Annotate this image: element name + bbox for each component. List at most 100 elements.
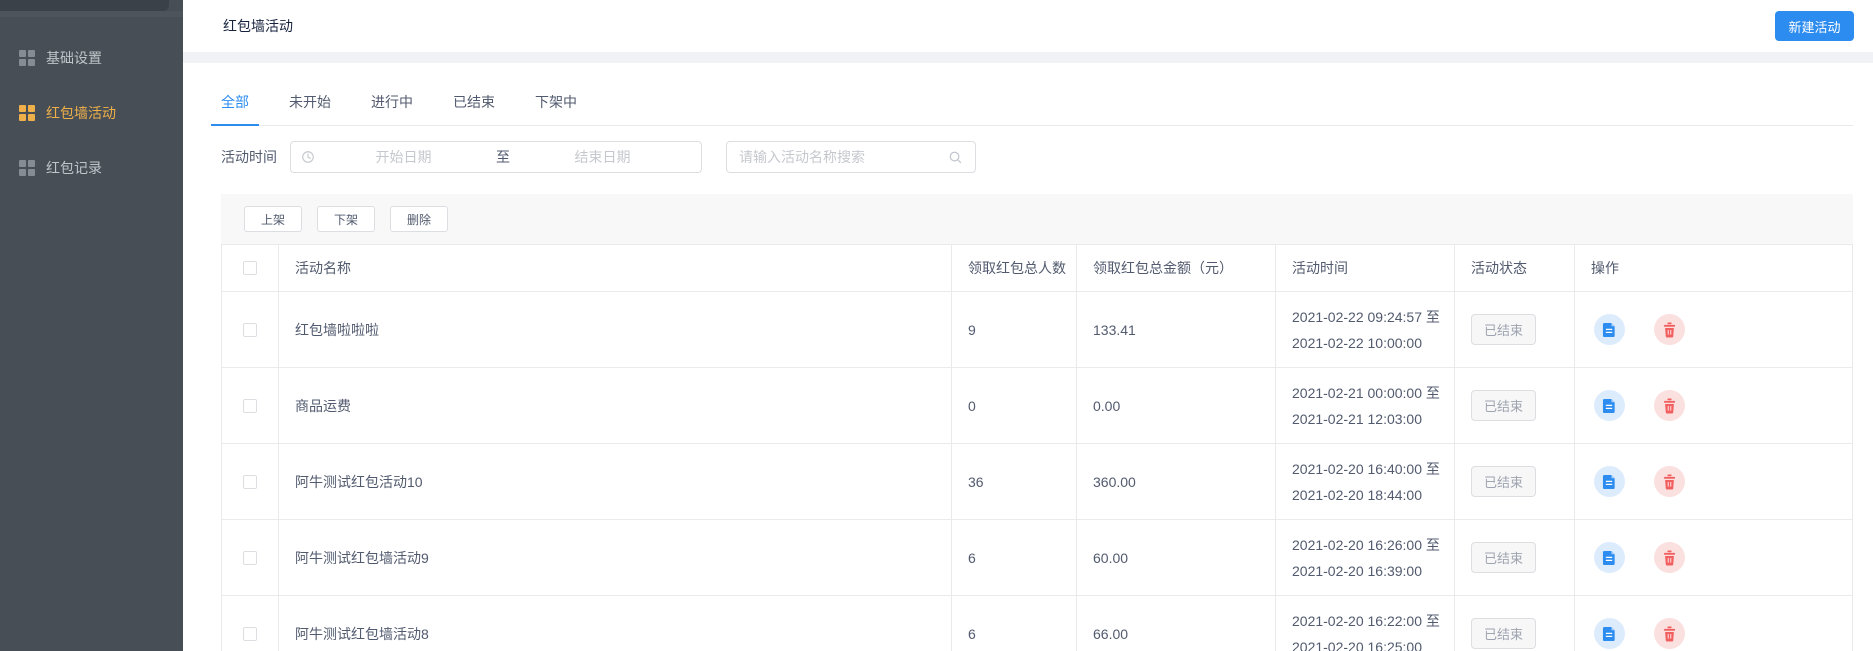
operations-cell bbox=[1575, 292, 1852, 367]
document-icon bbox=[1602, 550, 1615, 565]
tab-in-progress[interactable]: 进行中 bbox=[371, 92, 413, 125]
activity-name: 阿牛测试红包墙活动8 bbox=[279, 596, 952, 651]
view-detail-button[interactable] bbox=[1594, 466, 1625, 497]
row-checkbox[interactable] bbox=[243, 626, 257, 641]
end-date-input[interactable]: 结束日期 bbox=[514, 147, 691, 167]
total-people: 36 bbox=[952, 444, 1077, 519]
activity-time: 2021-02-20 16:22:00 至 2021-02-20 16:25:0… bbox=[1276, 596, 1455, 651]
sidebar: 基础设置 红包墙活动 红包记录 bbox=[0, 0, 183, 651]
delete-row-button[interactable] bbox=[1654, 390, 1685, 421]
grid-icon bbox=[19, 160, 35, 176]
header-gap bbox=[183, 52, 1873, 63]
select-all-checkbox[interactable] bbox=[243, 261, 257, 275]
status-cell: 已结束 bbox=[1455, 520, 1575, 595]
document-icon bbox=[1602, 322, 1615, 337]
table-row: 红包墙啦啦啦 9 133.41 2021-02-22 09:24:57 至 20… bbox=[222, 292, 1852, 368]
new-activity-button[interactable]: 新建活动 bbox=[1775, 11, 1854, 41]
activities-table: 活动名称 领取红包总人数 领取红包总金额（元） 活动时间 活动状态 操作 红包墙… bbox=[221, 244, 1853, 651]
sidebar-top-block bbox=[0, 0, 169, 11]
total-amount: 60.00 bbox=[1077, 520, 1276, 595]
on-shelf-button[interactable]: 上架 bbox=[244, 206, 303, 232]
row-checkbox[interactable] bbox=[243, 550, 257, 565]
total-amount: 0.00 bbox=[1077, 368, 1276, 443]
total-people: 0 bbox=[952, 368, 1077, 443]
content-panel: 全部 未开始 进行中 已结束 下架中 活动时间 开始日期 至 结束日期 请输入活… bbox=[183, 63, 1873, 651]
delete-button[interactable]: 删除 bbox=[390, 206, 449, 232]
view-detail-button[interactable] bbox=[1594, 314, 1625, 345]
status-cell: 已结束 bbox=[1455, 292, 1575, 367]
row-checkbox[interactable] bbox=[243, 474, 257, 489]
time-start: 2021-02-20 16:40:00 至 bbox=[1292, 460, 1440, 477]
activity-name: 阿牛测试红包活动10 bbox=[279, 444, 952, 519]
time-end: 2021-02-20 16:39:00 bbox=[1292, 562, 1422, 579]
grid-icon bbox=[19, 50, 35, 66]
view-detail-button[interactable] bbox=[1594, 542, 1625, 573]
date-range-picker[interactable]: 开始日期 至 结束日期 bbox=[290, 141, 702, 173]
time-start: 2021-02-20 16:22:00 至 bbox=[1292, 612, 1440, 629]
tab-off-shelf[interactable]: 下架中 bbox=[535, 92, 577, 125]
trash-icon bbox=[1663, 322, 1676, 337]
status-badge: 已结束 bbox=[1471, 618, 1537, 649]
activity-time: 2021-02-21 00:00:00 至 2021-02-21 12:03:0… bbox=[1276, 368, 1455, 443]
page-title: 红包墙活动 bbox=[223, 18, 293, 34]
start-date-input[interactable]: 开始日期 bbox=[315, 147, 492, 167]
view-detail-button[interactable] bbox=[1594, 618, 1625, 649]
row-checkbox-cell bbox=[222, 520, 279, 595]
search-input[interactable]: 请输入活动名称搜索 bbox=[726, 141, 976, 173]
activity-time-label: 活动时间 bbox=[221, 149, 277, 165]
delete-row-button[interactable] bbox=[1654, 466, 1685, 497]
date-range-separator: 至 bbox=[496, 149, 510, 165]
operations-cell bbox=[1575, 520, 1852, 595]
trash-icon bbox=[1663, 474, 1676, 489]
tab-ended[interactable]: 已结束 bbox=[453, 92, 495, 125]
total-people: 6 bbox=[952, 520, 1077, 595]
main-area: 红包墙活动 新建活动 全部 未开始 进行中 已结束 下架中 活动时间 开始日期 bbox=[183, 0, 1873, 651]
header-checkbox-cell bbox=[222, 245, 279, 291]
tab-all[interactable]: 全部 bbox=[211, 92, 259, 126]
activity-name: 红包墙啦啦啦 bbox=[279, 292, 952, 367]
operations-cell bbox=[1575, 444, 1852, 519]
sidebar-nav: 基础设置 红包墙活动 红包记录 bbox=[0, 17, 183, 188]
table-row: 阿牛测试红包活动10 36 360.00 2021-02-20 16:40:00… bbox=[222, 444, 1852, 520]
header-operations: 操作 bbox=[1591, 260, 1619, 276]
table-row: 商品运费 0 0.00 2021-02-21 00:00:00 至 2021-0… bbox=[222, 368, 1852, 444]
table-row: 阿牛测试红包墙活动9 6 60.00 2021-02-20 16:26:00 至… bbox=[222, 520, 1852, 596]
total-amount: 66.00 bbox=[1077, 596, 1276, 651]
sidebar-item-redpacket-records[interactable]: 红包记录 bbox=[0, 148, 183, 188]
sidebar-item-label: 基础设置 bbox=[46, 50, 102, 66]
activity-time: 2021-02-22 09:24:57 至 2021-02-22 10:00:0… bbox=[1276, 292, 1455, 367]
filter-row: 活动时间 开始日期 至 结束日期 请输入活动名称搜索 bbox=[221, 141, 1853, 173]
grid-icon bbox=[19, 105, 35, 121]
status-badge: 已结束 bbox=[1471, 314, 1537, 345]
time-end: 2021-02-21 12:03:00 bbox=[1292, 410, 1422, 427]
document-icon bbox=[1602, 398, 1615, 413]
row-checkbox[interactable] bbox=[243, 322, 257, 337]
time-start: 2021-02-22 09:24:57 至 bbox=[1292, 308, 1440, 325]
delete-row-button[interactable] bbox=[1654, 542, 1685, 573]
trash-icon bbox=[1663, 398, 1676, 413]
total-amount: 133.41 bbox=[1077, 292, 1276, 367]
search-placeholder: 请输入活动名称搜索 bbox=[739, 149, 865, 165]
table-header-row: 活动名称 领取红包总人数 领取红包总金额（元） 活动时间 活动状态 操作 bbox=[222, 245, 1852, 292]
time-end: 2021-02-22 10:00:00 bbox=[1292, 334, 1422, 351]
row-checkbox[interactable] bbox=[243, 398, 257, 413]
row-checkbox-cell bbox=[222, 292, 279, 367]
sidebar-item-redpacket-wall[interactable]: 红包墙活动 bbox=[0, 93, 183, 133]
time-start: 2021-02-20 16:26:00 至 bbox=[1292, 536, 1440, 553]
delete-row-button[interactable] bbox=[1654, 314, 1685, 345]
view-detail-button[interactable] bbox=[1594, 390, 1625, 421]
activity-name: 商品运费 bbox=[279, 368, 952, 443]
operations-cell bbox=[1575, 368, 1852, 443]
activity-name: 阿牛测试红包墙活动9 bbox=[279, 520, 952, 595]
delete-row-button[interactable] bbox=[1654, 618, 1685, 649]
table-row: 阿牛测试红包墙活动8 6 66.00 2021-02-20 16:22:00 至… bbox=[222, 596, 1852, 651]
header-activity-status: 活动状态 bbox=[1455, 245, 1575, 291]
search-icon[interactable] bbox=[948, 150, 963, 165]
header-total-amount: 领取红包总金额（元） bbox=[1077, 245, 1276, 291]
status-cell: 已结束 bbox=[1455, 596, 1575, 651]
activity-time: 2021-02-20 16:40:00 至 2021-02-20 18:44:0… bbox=[1276, 444, 1455, 519]
total-people: 6 bbox=[952, 596, 1077, 651]
off-shelf-button[interactable]: 下架 bbox=[317, 206, 376, 232]
sidebar-item-basic-settings[interactable]: 基础设置 bbox=[0, 38, 183, 78]
tab-not-started[interactable]: 未开始 bbox=[289, 92, 331, 125]
